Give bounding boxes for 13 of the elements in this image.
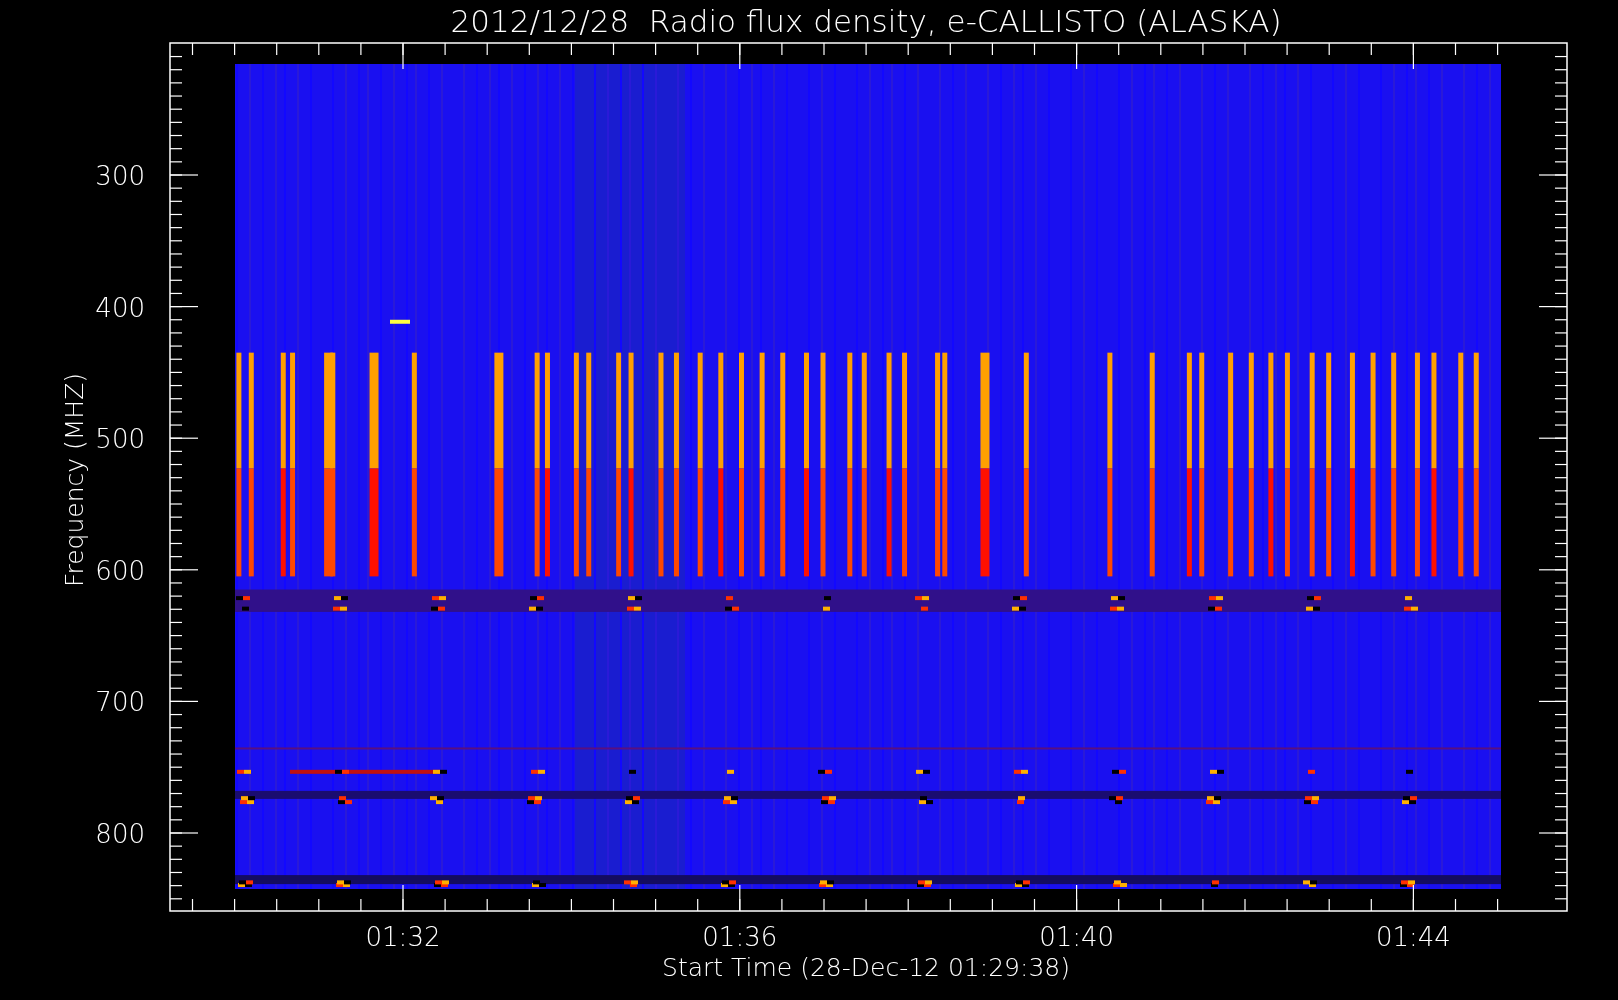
axis-title: Frequency (MHZ) xyxy=(60,372,89,588)
chart-title: 2012/12/28 Radio flux density, e-CALLISTO (ALASKA) xyxy=(450,3,1282,39)
axis-tick-label: 01:40 xyxy=(1039,922,1115,952)
axis-tick-label: 300 xyxy=(95,161,145,191)
axis-tick-label: 600 xyxy=(95,555,145,586)
axis-tick-label: 01:32 xyxy=(365,922,441,952)
axis-title: Start Time (28-Dec-12 01:29:38) xyxy=(662,953,1070,982)
axis-tick-label: 700 xyxy=(95,687,145,718)
axis-tick-label: 400 xyxy=(95,292,145,323)
axis-tick-label: 800 xyxy=(95,819,145,849)
axis-tick-label: 01:44 xyxy=(1375,922,1451,952)
axis-tick-label: 01:36 xyxy=(702,922,778,952)
axis-tick-label: 500 xyxy=(95,424,145,455)
